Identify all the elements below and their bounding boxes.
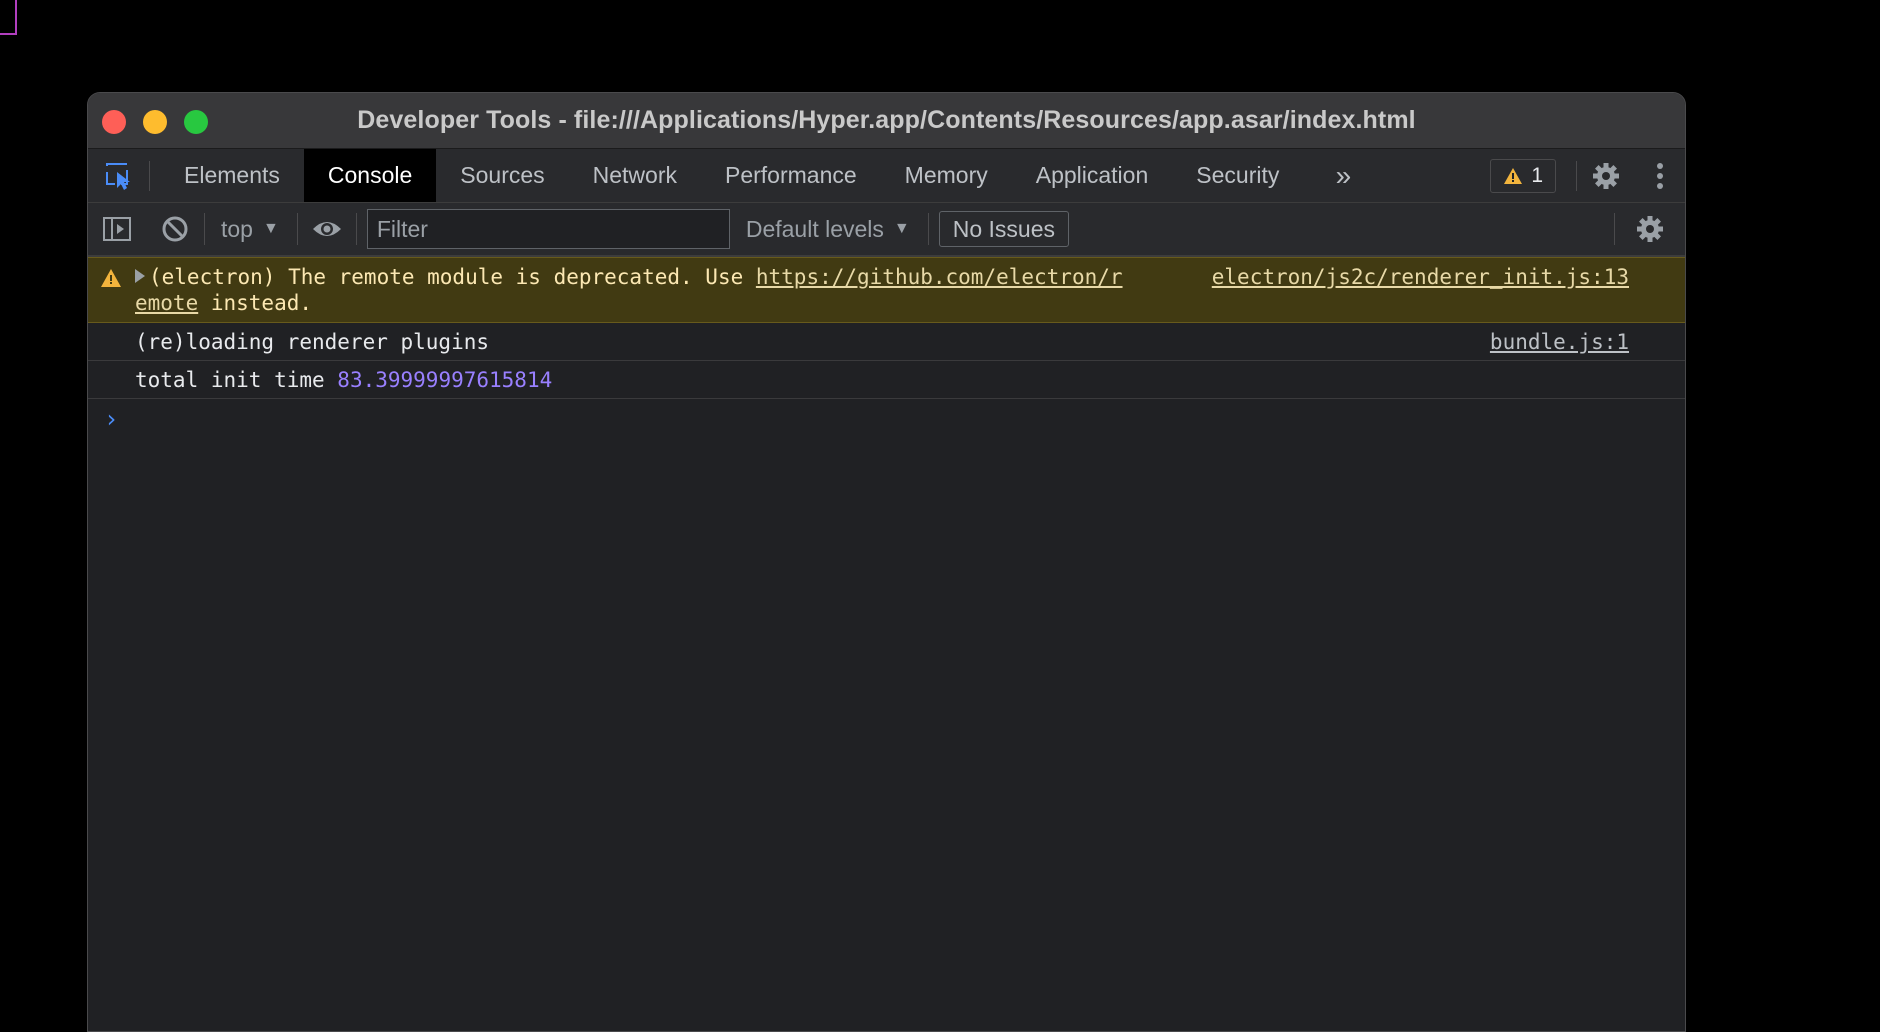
chevron-down-icon: ▼	[893, 220, 910, 237]
console-log-message[interactable]: total init time 83.39999997615814	[88, 361, 1685, 399]
log-levels-dropdown[interactable]: Default levels ▼	[730, 216, 928, 243]
context-label: top	[221, 215, 253, 242]
chevron-down-icon: ▼	[262, 220, 279, 237]
more-options-button[interactable]	[1635, 150, 1685, 202]
tab-console[interactable]: Console	[303, 149, 437, 202]
toolbar-right-controls	[1614, 203, 1685, 255]
kebab-menu-icon	[1657, 162, 1663, 189]
tab-application[interactable]: Application	[1012, 149, 1173, 202]
console-settings-button[interactable]	[1615, 203, 1685, 255]
gear-icon	[1593, 162, 1619, 189]
console-prompt[interactable]: ›	[88, 399, 1685, 439]
zoom-window-button[interactable]	[184, 110, 208, 134]
tab-network[interactable]: Network	[569, 149, 701, 202]
show-sidebar-button[interactable]	[88, 203, 146, 255]
title-bar[interactable]: Developer Tools - file:///Applications/H…	[88, 93, 1685, 149]
tab-elements[interactable]: Elements	[160, 149, 304, 202]
settings-button[interactable]	[1577, 150, 1635, 202]
tab-security[interactable]: Security	[1172, 149, 1303, 202]
log-label: total init time	[135, 368, 338, 392]
context-selector[interactable]: top ▼	[205, 203, 297, 255]
warning-icon	[101, 269, 121, 287]
window-controls	[102, 110, 208, 134]
toolbar-divider	[927, 213, 929, 245]
warning-docs-link-continued[interactable]: emote	[135, 291, 198, 315]
issues-button[interactable]: No Issues	[938, 211, 1070, 247]
console-warning-message[interactable]: (electron) The remote module is deprecat…	[88, 257, 1685, 323]
tab-performance[interactable]: Performance	[701, 149, 881, 202]
log-text: (re)loading renderer plugins	[135, 330, 490, 354]
corner-marker	[0, 0, 17, 35]
clear-block-icon	[162, 216, 188, 242]
inspect-element-button[interactable]	[88, 160, 150, 191]
inspect-cursor-icon	[105, 162, 130, 190]
warning-text-suffix: instead.	[198, 291, 313, 315]
warning-source-link[interactable]: electron/js2c/renderer_init.js:13	[1212, 264, 1629, 290]
log-source-link[interactable]: bundle.js:1	[1490, 323, 1629, 361]
filter-input[interactable]	[366, 209, 730, 249]
console-toolbar: top ▼ Default levels ▼ No Issues	[88, 203, 1685, 257]
warning-text-prefix: (electron) The remote module is deprecat…	[149, 265, 756, 289]
console-log-message[interactable]: (re)loading renderer plugins bundle.js:1	[88, 323, 1685, 361]
tab-sources[interactable]: Sources	[436, 149, 568, 202]
warning-icon	[1504, 167, 1523, 184]
minimize-window-button[interactable]	[143, 110, 167, 134]
warning-docs-link[interactable]: https://github.com/electron/r	[756, 265, 1123, 289]
log-levels-label: Default levels	[745, 215, 884, 242]
console-messages: (electron) The remote module is deprecat…	[88, 257, 1685, 439]
eye-icon	[312, 222, 341, 236]
close-window-button[interactable]	[102, 110, 126, 134]
tabbar-right-controls: 1	[1490, 149, 1685, 202]
clear-console-button[interactable]	[146, 203, 204, 255]
panel-tab-bar: Elements Console Sources Network Perform…	[88, 149, 1685, 203]
log-number-value: 83.39999997615814	[337, 368, 553, 392]
gear-icon	[1637, 216, 1663, 242]
prompt-chevron-icon: ›	[104, 405, 119, 433]
expand-triangle-icon[interactable]	[135, 269, 145, 283]
tab-memory[interactable]: Memory	[881, 149, 1012, 202]
live-expression-button[interactable]	[298, 203, 356, 255]
sidebar-toggle-icon	[103, 217, 131, 241]
devtools-window: Developer Tools - file:///Applications/H…	[87, 92, 1686, 1032]
toolbar-divider	[355, 213, 357, 245]
warnings-count: 1	[1531, 163, 1543, 187]
window-title: Developer Tools - file:///Applications/H…	[357, 106, 1416, 134]
more-tabs-button[interactable]: »	[1303, 149, 1383, 202]
warnings-counter-button[interactable]: 1	[1490, 158, 1556, 193]
